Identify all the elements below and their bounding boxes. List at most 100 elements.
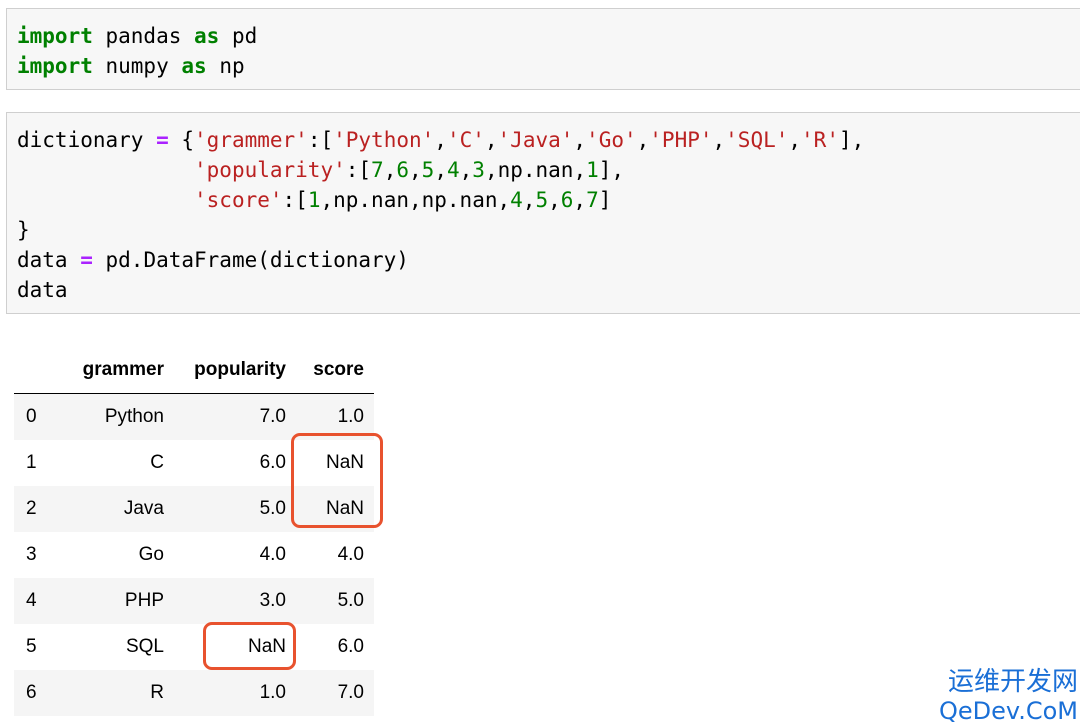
code-text: numpy: [92, 54, 182, 78]
code-text: pd.DataFrame(dictionary): [92, 248, 409, 272]
keyword: as: [194, 24, 220, 48]
cell-grammer: C: [150, 452, 164, 473]
code-text: ,: [573, 188, 587, 212]
watermark-title: 运维开发网: [947, 667, 1078, 697]
dataframe-output: grammer popularity score 0 Python 7.0 1.0 1…: [14, 347, 374, 716]
code-text: ,: [459, 158, 473, 182]
code-line: 'score':[1,np.nan,np.nan,4,5,6,7]: [17, 188, 611, 212]
string: 'SQL': [725, 128, 789, 152]
code-line: data = pd.DataFrame(dictionary): [17, 248, 409, 272]
code-text: ,: [548, 188, 561, 212]
number: 1: [307, 188, 321, 212]
code-text: :[: [307, 128, 334, 152]
code-cell-imports[interactable]: import pandas as pd import numpy as np: [6, 8, 1080, 90]
row-index: 1: [26, 452, 37, 473]
keyword: as: [181, 54, 207, 78]
row-index: 3: [26, 544, 37, 565]
code-text: ,np.nan,: [484, 158, 587, 182]
cell-grammer: R: [150, 682, 164, 703]
nan-highlight-popularity: [203, 622, 296, 670]
table-header-row: grammer popularity score: [14, 347, 374, 394]
cell-grammer: Go: [138, 544, 164, 565]
number: 7: [371, 158, 384, 182]
code-line: 'popularity':[7,6,5,4,3,np.nan,1],: [17, 158, 624, 182]
code-line: import numpy as np: [17, 54, 245, 78]
code-cell-dataframe[interactable]: dictionary = {'grammer':['Python','C','J…: [6, 112, 1080, 314]
code-line: dictionary = {'grammer':['Python','C','J…: [17, 128, 864, 152]
code-text: ],: [598, 158, 625, 182]
code-text: ,: [522, 188, 536, 212]
code-text: ,: [484, 128, 498, 152]
code-text: ]: [598, 188, 612, 212]
number: 6: [396, 158, 409, 182]
code-text: ,: [434, 128, 447, 152]
row-index: 0: [26, 406, 37, 427]
column-header-grammer: grammer: [60, 347, 164, 394]
row-index: 6: [26, 682, 37, 703]
code-text: {: [168, 128, 195, 152]
cell-score: 7.0: [337, 682, 364, 703]
code-text: ,: [788, 128, 802, 152]
cell-popularity: 7.0: [259, 406, 286, 427]
number: 7: [586, 188, 599, 212]
operator: =: [80, 248, 93, 272]
cell-grammer: Python: [104, 406, 164, 427]
cell-popularity: 5.0: [259, 498, 286, 519]
number: 4: [510, 188, 523, 212]
code-text: ,: [383, 158, 397, 182]
string: 'popularity': [194, 158, 346, 182]
cell-grammer: SQL: [125, 636, 164, 657]
cell-popularity: 1.0: [259, 682, 286, 703]
code-text: ,: [636, 128, 650, 152]
column-header-popularity: popularity: [164, 347, 286, 394]
table-row: 5 SQL NaN 6.0: [14, 624, 374, 670]
row-index: 2: [26, 498, 37, 519]
number: 6: [560, 188, 574, 212]
code-text: ],: [838, 128, 865, 152]
string: 'grammer': [194, 128, 308, 152]
code-text: ,: [434, 158, 447, 182]
code-line: import pandas as pd: [17, 24, 257, 48]
row-index: 4: [26, 590, 37, 611]
operator: =: [156, 128, 169, 152]
code-text: pd: [219, 24, 258, 48]
code-text: ,: [712, 128, 726, 152]
code-text: ,: [573, 128, 587, 152]
cell-score: 6.0: [337, 636, 364, 657]
keyword: import: [17, 24, 93, 48]
string: 'Java': [497, 128, 574, 152]
string: 'score': [194, 188, 283, 212]
number: 3: [472, 158, 485, 182]
cell-popularity: 4.0: [259, 544, 286, 565]
code-line: data: [17, 278, 68, 302]
row-index: 5: [26, 636, 37, 657]
code-editor[interactable]: dictionary = {'grammer':['Python','C','J…: [17, 125, 864, 305]
nan-highlight-score: [291, 433, 383, 528]
index-header: [14, 347, 60, 394]
code-text: ,np.nan,np.nan,: [320, 188, 511, 212]
string: 'Python': [333, 128, 435, 152]
number: 5: [535, 188, 549, 212]
code-text: np: [206, 54, 245, 78]
cell-grammer: PHP: [124, 590, 164, 611]
string: 'PHP': [649, 128, 713, 152]
cell-grammer: Java: [123, 498, 164, 519]
table-row: 4 PHP 3.0 5.0: [14, 578, 374, 624]
code-text: dictionary: [17, 128, 157, 152]
watermark-domain: QeDev.CoM: [938, 697, 1078, 725]
number: 1: [586, 158, 599, 182]
number: 5: [421, 158, 435, 182]
string: 'Go': [586, 128, 637, 152]
code-line: }: [17, 218, 30, 242]
code-text: :[: [282, 188, 308, 212]
number: 4: [446, 158, 460, 182]
code-text: :[: [345, 158, 372, 182]
table-row: 3 Go 4.0 4.0: [14, 532, 374, 578]
table-row: 6 R 1.0 7.0: [14, 670, 374, 716]
cell-score: 4.0: [337, 544, 364, 565]
string: 'C': [446, 128, 485, 152]
code-text: pandas: [92, 24, 195, 48]
code-text: data: [17, 248, 81, 272]
code-editor[interactable]: import pandas as pd import numpy as np: [17, 21, 257, 81]
